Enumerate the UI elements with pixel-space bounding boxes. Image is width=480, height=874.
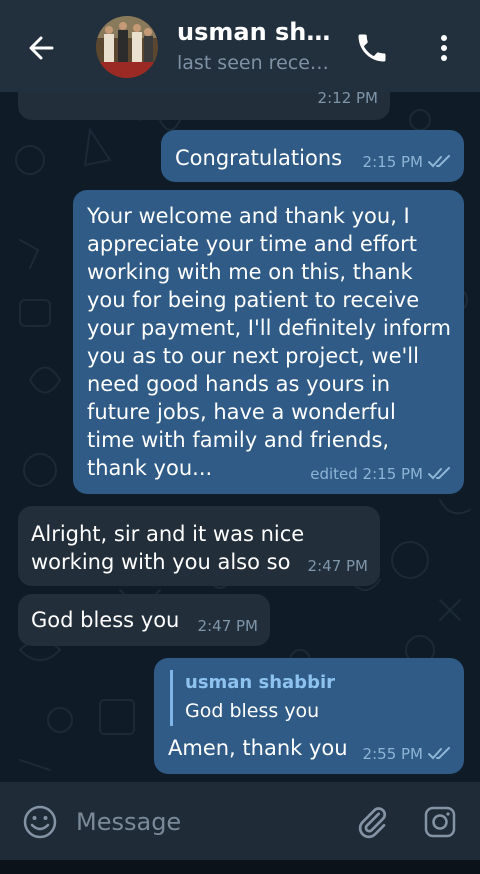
call-button[interactable]: [354, 30, 390, 66]
message-text: Amen, thank you: [168, 736, 348, 760]
contact-name[interactable]: usman sh…: [177, 18, 330, 46]
message-time: edited 2:15 PM: [310, 460, 454, 488]
message-bubble-incoming[interactable]: Alright, sir and it was nice working wit…: [18, 506, 380, 586]
emoji-icon: [23, 805, 57, 839]
message-text: Congratulations: [175, 146, 343, 170]
reply-text: God bless you: [185, 700, 320, 722]
message-composer: [0, 782, 480, 860]
double-check-icon: [428, 155, 450, 168]
avatar-photo: [96, 16, 158, 78]
chat-header: usman sh… last seen rece…: [0, 0, 480, 92]
navigation-bar: [0, 860, 480, 874]
message-bubble-outgoing[interactable]: usman shabbir God bless you Amen, thank …: [154, 658, 464, 774]
back-button[interactable]: [22, 28, 62, 68]
message-input[interactable]: [76, 804, 336, 840]
phone-icon: [358, 34, 386, 62]
more-options-button[interactable]: [430, 30, 458, 66]
message-text: Alright, sir and it was nice working wit…: [31, 522, 305, 574]
message-bubble-outgoing[interactable]: Congratulations 2:15 PM: [161, 130, 464, 182]
message-time: 2:47 PM: [197, 617, 258, 635]
message-text: God bless you: [31, 608, 180, 632]
camera-button[interactable]: [422, 804, 458, 840]
paperclip-icon: [358, 807, 386, 839]
contact-avatar[interactable]: [96, 16, 158, 78]
camera-icon: [424, 806, 456, 838]
message-time: 2:15 PM: [363, 148, 454, 176]
double-check-icon: [428, 467, 450, 480]
message-bubble-outgoing[interactable]: Your welcome and thank you, I appreciate…: [73, 190, 464, 494]
back-arrow-icon: [29, 36, 54, 60]
contact-status: last seen rece…: [177, 52, 329, 74]
more-vertical-icon: [441, 35, 447, 61]
message-bubble-incoming[interactable]: God bless you 2:47 PM: [18, 594, 270, 646]
double-check-icon: [428, 747, 450, 760]
message-text: Your welcome and thank you, I appreciate…: [87, 204, 451, 480]
message-time: 2:47 PM: [307, 557, 368, 575]
reply-quote[interactable]: usman shabbir God bless you: [170, 670, 335, 726]
reply-author: usman shabbir: [185, 672, 336, 693]
emoji-button[interactable]: [22, 804, 58, 840]
message-time: 2:55 PM: [363, 740, 454, 768]
attach-button[interactable]: [354, 804, 390, 840]
